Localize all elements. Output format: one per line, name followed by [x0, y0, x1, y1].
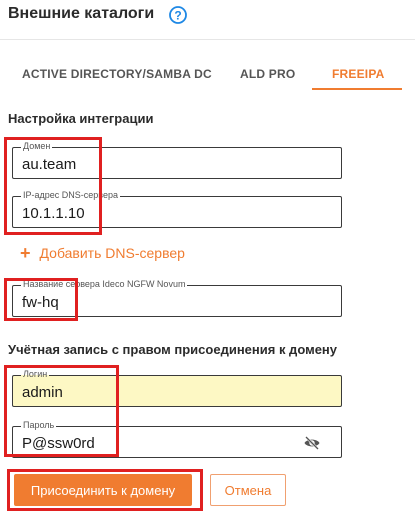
directory-tabs: ACTIVE DIRECTORY/SAMBA DC ALD PRO FREEIP…: [0, 40, 415, 90]
login-value: admin: [22, 384, 63, 401]
login-label: Логин: [21, 369, 50, 380]
server-name-label: Название сервера Ideco NGFW Novum: [21, 279, 188, 290]
add-dns-server-button[interactable]: + Добавить DNS-сервер: [20, 243, 185, 264]
dns-server-label: IP-адрес DNS-сервера: [21, 190, 120, 201]
dns-server-value: 10.1.1.10: [22, 205, 85, 222]
cancel-button[interactable]: Отмена: [210, 474, 286, 506]
active-tab-indicator: [312, 88, 402, 90]
password-value: P@ssw0rd: [22, 435, 95, 452]
plus-icon: +: [20, 243, 31, 263]
password-label: Пароль: [21, 420, 57, 431]
page-header: Внешние каталоги ?: [0, 0, 415, 40]
join-domain-button[interactable]: Присоединить к домену: [14, 474, 192, 506]
add-dns-server-label: Добавить DNS-сервер: [39, 245, 185, 261]
tab-active-directory[interactable]: ACTIVE DIRECTORY/SAMBA DC: [22, 67, 212, 81]
help-circle-icon[interactable]: ?: [168, 5, 188, 25]
svg-text:?: ?: [174, 9, 181, 23]
page-title: Внешние каталоги: [8, 5, 155, 22]
domain-field[interactable]: Домен au.team: [12, 141, 342, 179]
account-section-title: Учётная запись с правом присоединения к …: [8, 342, 338, 357]
domain-value: au.team: [22, 156, 77, 173]
dns-server-field[interactable]: IP-адрес DNS-сервера 10.1.1.10: [12, 190, 342, 228]
eye-off-icon[interactable]: [303, 435, 321, 451]
server-name-field[interactable]: Название сервера Ideco NGFW Novum fw-hq: [12, 279, 342, 317]
tab-freeipa[interactable]: FREEIPA: [332, 67, 385, 81]
login-field[interactable]: Логин admin: [12, 369, 342, 407]
domain-label: Домен: [21, 141, 53, 152]
password-field[interactable]: Пароль P@ssw0rd: [12, 420, 342, 458]
server-name-value: fw-hq: [22, 294, 59, 311]
integration-section-title: Настройка интеграции: [8, 111, 154, 126]
tab-ald-pro[interactable]: ALD PRO: [240, 67, 295, 81]
